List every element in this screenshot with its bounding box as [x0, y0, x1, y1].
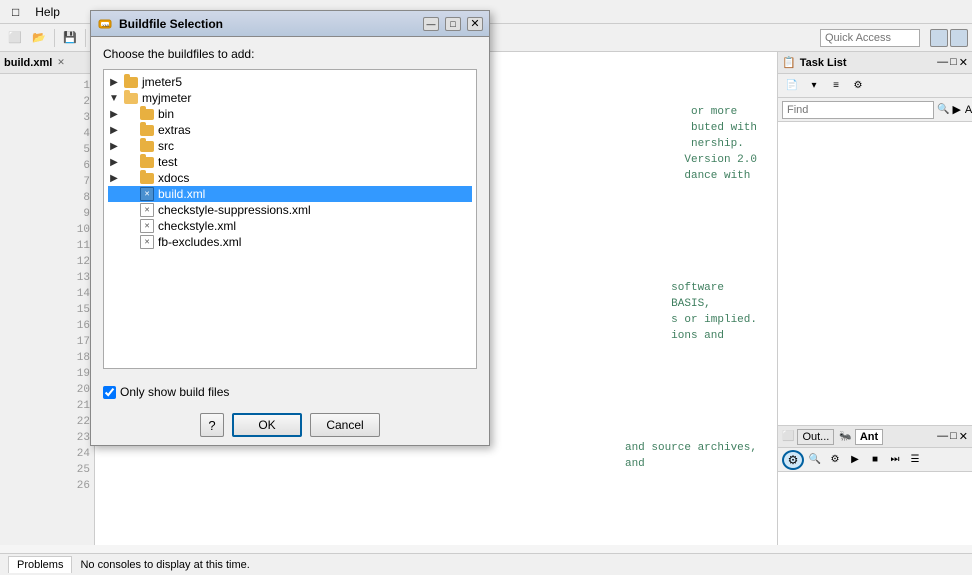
svg-text:XML: XML — [102, 23, 111, 28]
tree-label-myjmeter: myjmeter — [142, 91, 191, 105]
tree-label: src — [158, 139, 174, 153]
folder-icon-xdocs — [140, 173, 154, 184]
tree-toggle[interactable]: ▶ — [108, 125, 120, 136]
tree-toggle[interactable]: ▶ — [108, 109, 120, 120]
tree-label: fb-excludes.xml — [158, 235, 241, 249]
tree-item-xdocs[interactable]: ▶ xdocs — [108, 170, 472, 186]
tree-label: extras — [158, 123, 191, 137]
dialog-buttons: ? OK Cancel — [91, 405, 489, 445]
tree-label-build-xml: build.xml — [158, 187, 205, 201]
tree-label: checkstyle-suppressions.xml — [158, 203, 311, 217]
dialog-ok-btn[interactable]: OK — [232, 413, 302, 437]
tree-item-test[interactable]: ▶ test — [108, 154, 472, 170]
tree-item-extras[interactable]: ▶ extras — [108, 122, 472, 138]
build-xml-icon: ✕ — [140, 187, 154, 201]
dialog-footer: Only show build files — [91, 379, 489, 405]
buildfile-selection-dialog: XML Buildfile Selection — □ ✕ Choose the… — [90, 10, 490, 446]
tree-toggle[interactable]: ▶ — [108, 173, 120, 184]
tree-item-checkstyle-supp[interactable]: ▶ ✕ checkstyle-suppressions.xml — [108, 202, 472, 218]
only-build-files-checkbox[interactable] — [103, 386, 116, 399]
file-tree[interactable]: ▶ jmeter5 ▼ myjmeter — [103, 69, 477, 369]
tree-item-src[interactable]: ▶ src — [108, 138, 472, 154]
tree-item-jmeter5[interactable]: ▶ jmeter5 — [108, 74, 472, 90]
dialog-icon: XML — [97, 16, 113, 32]
checkstyle-icon: ✕ — [140, 219, 154, 233]
folder-icon-src — [140, 141, 154, 152]
tree-item-checkstyle[interactable]: ▶ ✕ checkstyle.xml — [108, 218, 472, 234]
only-build-files-label: Only show build files — [120, 385, 229, 399]
folder-icon-test — [140, 157, 154, 168]
dialog-prompt: Choose the buildfiles to add: — [103, 47, 477, 61]
folder-icon-jmeter5 — [124, 77, 138, 88]
tree-label: xdocs — [158, 171, 189, 185]
tree-toggle[interactable]: ▶ — [108, 77, 120, 88]
folder-icon-bin — [140, 109, 154, 120]
only-build-files-checkbox-label[interactable]: Only show build files — [103, 385, 229, 399]
tree-item-build-xml[interactable]: ▶ ✕ build.xml — [108, 186, 472, 202]
tree-label: checkstyle.xml — [158, 219, 236, 233]
checkstyle-supp-icon: ✕ — [140, 203, 154, 217]
tree-toggle[interactable]: ▶ — [108, 141, 120, 152]
dialog-help-btn[interactable]: ? — [200, 413, 224, 437]
fb-excludes-icon: ✕ — [140, 235, 154, 249]
tree-item-myjmeter[interactable]: ▼ myjmeter — [108, 90, 472, 106]
dialog-body: Choose the buildfiles to add: ▶ jmeter5 — [91, 37, 489, 379]
dialog-cancel-btn[interactable]: Cancel — [310, 413, 380, 437]
dialog-title: Buildfile Selection — [119, 17, 417, 31]
dialog-minimize-btn[interactable]: — — [423, 17, 439, 31]
modal-overlay: XML Buildfile Selection — □ ✕ Choose the… — [0, 0, 972, 575]
tree-label: bin — [158, 107, 174, 121]
tree-toggle[interactable]: ▶ — [108, 157, 120, 168]
dialog-maximize-btn[interactable]: □ — [445, 17, 461, 31]
tree-label: test — [158, 155, 177, 169]
tree-label: jmeter5 — [142, 75, 182, 89]
tree-item-bin[interactable]: ▶ bin — [108, 106, 472, 122]
tree-toggle-myjmeter[interactable]: ▼ — [108, 93, 120, 104]
dialog-close-btn[interactable]: ✕ — [467, 17, 483, 31]
folder-icon-myjmeter — [124, 93, 138, 104]
tree-item-fb-excludes[interactable]: ▶ ✕ fb-excludes.xml — [108, 234, 472, 250]
dialog-titlebar: XML Buildfile Selection — □ ✕ — [91, 11, 489, 37]
ant-build-icon: XML — [98, 17, 112, 31]
folder-icon-extras — [140, 125, 154, 136]
ide-window: □ Help ⬜ 📂 💾 ⬅ ▾ ➡ ▾ build.xml ✕ 1 — [0, 0, 972, 575]
